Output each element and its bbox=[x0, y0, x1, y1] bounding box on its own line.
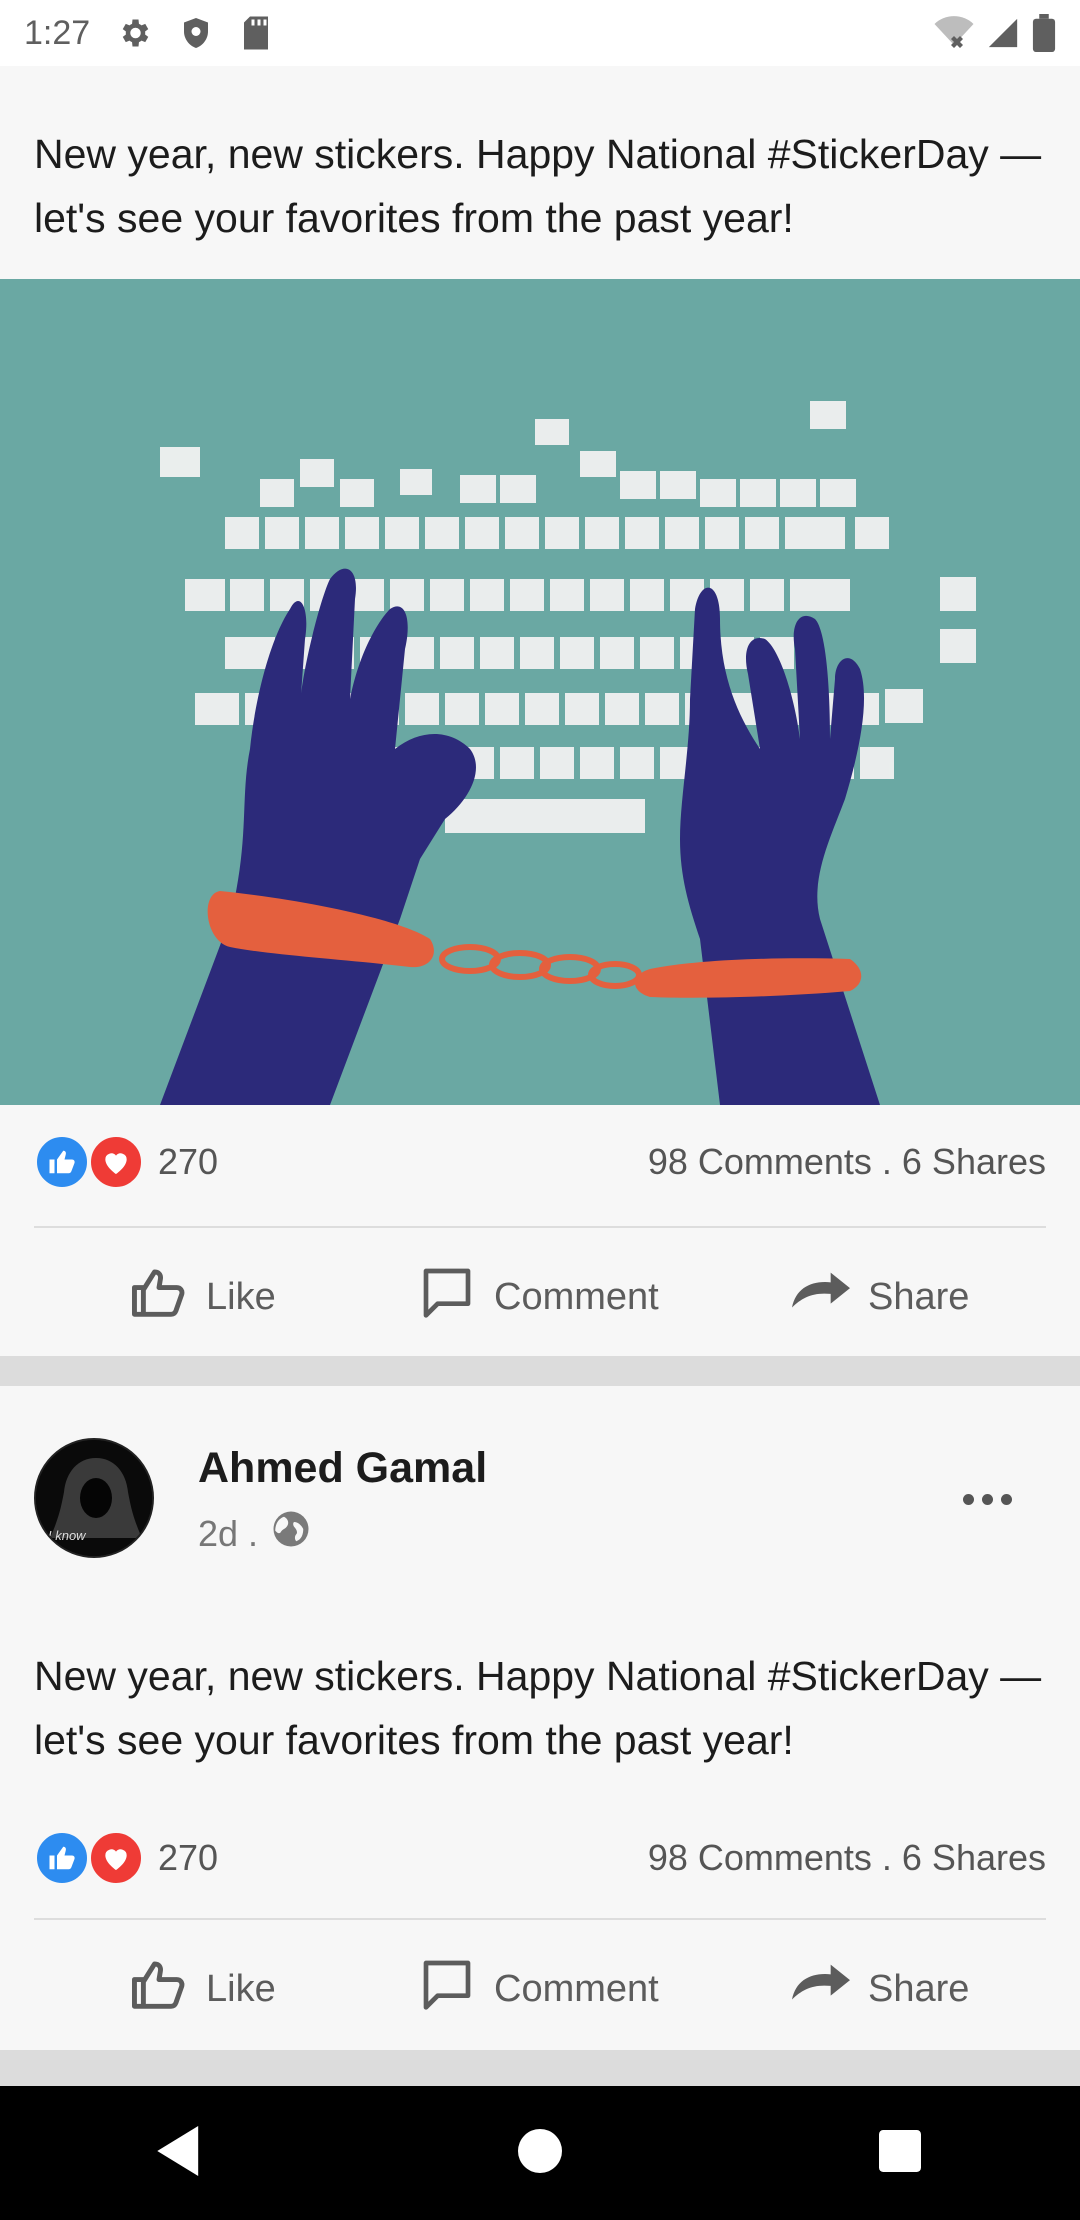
post-actions: Like Comment Share bbox=[0, 1944, 1080, 2034]
post-stats: 270 98 Comments . 6 Shares bbox=[34, 1828, 1046, 1888]
home-button[interactable] bbox=[480, 2103, 600, 2203]
wifi-off-icon bbox=[934, 15, 974, 51]
sd-card-icon bbox=[240, 15, 272, 51]
back-button[interactable] bbox=[120, 2103, 240, 2203]
author-name[interactable]: Ahmed Gamal bbox=[198, 1444, 487, 1493]
post-actions: Like Comment Share bbox=[0, 1252, 1080, 1342]
share-button[interactable]: Share bbox=[792, 1964, 969, 2014]
like-label: Like bbox=[206, 1967, 276, 2010]
clock: 1:27 bbox=[24, 13, 91, 52]
like-label: Like bbox=[206, 1275, 276, 1318]
cell-signal-icon bbox=[986, 15, 1020, 51]
comment-label: Comment bbox=[494, 1967, 659, 2010]
home-icon bbox=[518, 2128, 562, 2178]
shield-icon bbox=[178, 15, 214, 51]
share-button[interactable]: Share bbox=[792, 1272, 969, 1322]
more-dot-icon bbox=[963, 1494, 974, 1505]
comment-icon bbox=[418, 1956, 476, 2022]
love-reaction-icon bbox=[88, 1134, 144, 1190]
comments-shares-count[interactable]: 98 Comments . 6 Shares bbox=[648, 1141, 1046, 1183]
post-text: New year, new stickers. Happy National #… bbox=[34, 1653, 1042, 1763]
comments-shares-count[interactable]: 98 Comments . 6 Shares bbox=[648, 1837, 1046, 1879]
reaction-icons[interactable] bbox=[34, 1830, 144, 1886]
status-bar: 1:27 bbox=[0, 0, 1080, 66]
thumbs-up-icon bbox=[130, 1265, 188, 1329]
globe-icon bbox=[270, 1508, 312, 1559]
comment-button[interactable]: Comment bbox=[418, 1264, 659, 1330]
battery-icon bbox=[1032, 14, 1056, 52]
like-reaction-icon bbox=[34, 1830, 90, 1886]
more-dot-icon bbox=[982, 1494, 993, 1505]
like-button[interactable]: Like bbox=[130, 1265, 276, 1329]
post-stats: 270 98 Comments . 6 Shares bbox=[34, 1132, 1046, 1192]
comment-icon bbox=[418, 1264, 476, 1330]
feed-separator bbox=[0, 2050, 1080, 2086]
reaction-count[interactable]: 270 bbox=[158, 1837, 218, 1879]
post-card: I know Ahmed Gamal 2d . New year, new st… bbox=[0, 1386, 1080, 2050]
system-nav-bar bbox=[0, 2086, 1080, 2220]
reaction-icons[interactable] bbox=[34, 1134, 144, 1190]
post-text: New year, new stickers. Happy National #… bbox=[34, 131, 1042, 241]
like-button[interactable]: Like bbox=[130, 1957, 276, 2021]
more-options-button[interactable] bbox=[963, 1494, 1012, 1505]
recents-icon bbox=[879, 2129, 921, 2177]
share-arrow-icon bbox=[792, 1964, 850, 2014]
recents-button[interactable] bbox=[840, 2103, 960, 2203]
divider bbox=[34, 1226, 1046, 1228]
share-label: Share bbox=[868, 1967, 970, 2010]
divider bbox=[34, 1918, 1046, 1920]
love-reaction-icon bbox=[88, 1830, 144, 1886]
post-time[interactable]: 2d . bbox=[198, 1513, 258, 1555]
thumbs-up-icon bbox=[130, 1957, 188, 2021]
post-meta: 2d . bbox=[198, 1508, 312, 1559]
reaction-count[interactable]: 270 bbox=[158, 1141, 218, 1183]
post-image[interactable] bbox=[0, 279, 1080, 1105]
feed-separator bbox=[0, 1356, 1080, 1386]
post-card: New year, new stickers. Happy National #… bbox=[0, 66, 1080, 1356]
comment-label: Comment bbox=[494, 1275, 659, 1318]
share-arrow-icon bbox=[792, 1272, 850, 1322]
back-icon bbox=[157, 2125, 203, 2181]
post-header: I know Ahmed Gamal 2d . bbox=[34, 1438, 1046, 1568]
svg-text:I know: I know bbox=[48, 1528, 87, 1543]
more-dot-icon bbox=[1001, 1494, 1012, 1505]
gear-icon bbox=[116, 15, 152, 51]
avatar[interactable]: I know bbox=[34, 1438, 154, 1558]
comment-button[interactable]: Comment bbox=[418, 1956, 659, 2022]
share-label: Share bbox=[868, 1275, 970, 1318]
like-reaction-icon bbox=[34, 1134, 90, 1190]
